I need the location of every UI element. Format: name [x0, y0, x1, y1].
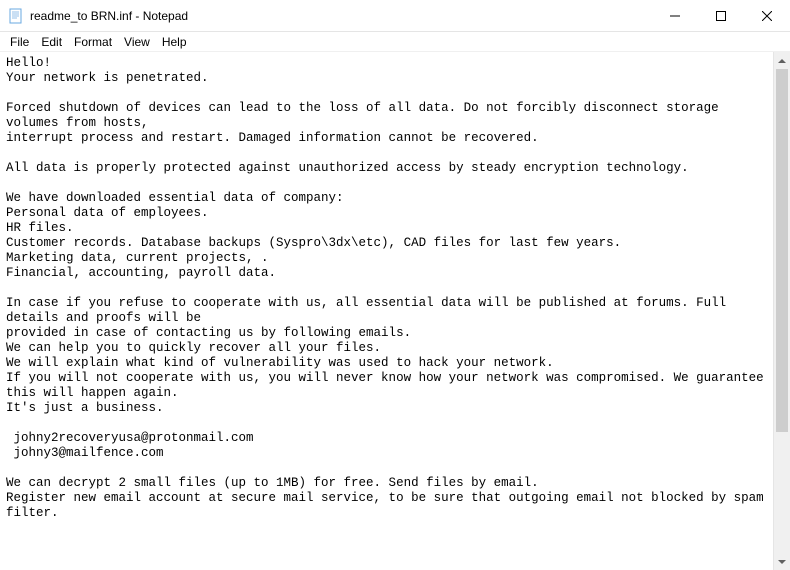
close-button[interactable] [744, 0, 790, 31]
content-wrapper: Hello! Your network is penetrated. Force… [0, 52, 790, 570]
window-title: readme_to BRN.inf - Notepad [30, 9, 652, 23]
notepad-icon [8, 8, 24, 24]
window-controls [652, 0, 790, 31]
text-editor[interactable]: Hello! Your network is penetrated. Force… [0, 52, 773, 570]
menu-help[interactable]: Help [156, 33, 193, 51]
minimize-button[interactable] [652, 0, 698, 31]
menu-bar: File Edit Format View Help [0, 32, 790, 52]
scroll-track[interactable] [774, 69, 790, 553]
menu-edit[interactable]: Edit [35, 33, 68, 51]
menu-file[interactable]: File [4, 33, 35, 51]
vertical-scrollbar[interactable] [773, 52, 790, 570]
scroll-thumb[interactable] [776, 69, 788, 432]
maximize-button[interactable] [698, 0, 744, 31]
title-bar: readme_to BRN.inf - Notepad [0, 0, 790, 32]
menu-view[interactable]: View [118, 33, 156, 51]
scroll-down-arrow[interactable] [774, 553, 790, 570]
scroll-up-arrow[interactable] [774, 52, 790, 69]
menu-format[interactable]: Format [68, 33, 118, 51]
